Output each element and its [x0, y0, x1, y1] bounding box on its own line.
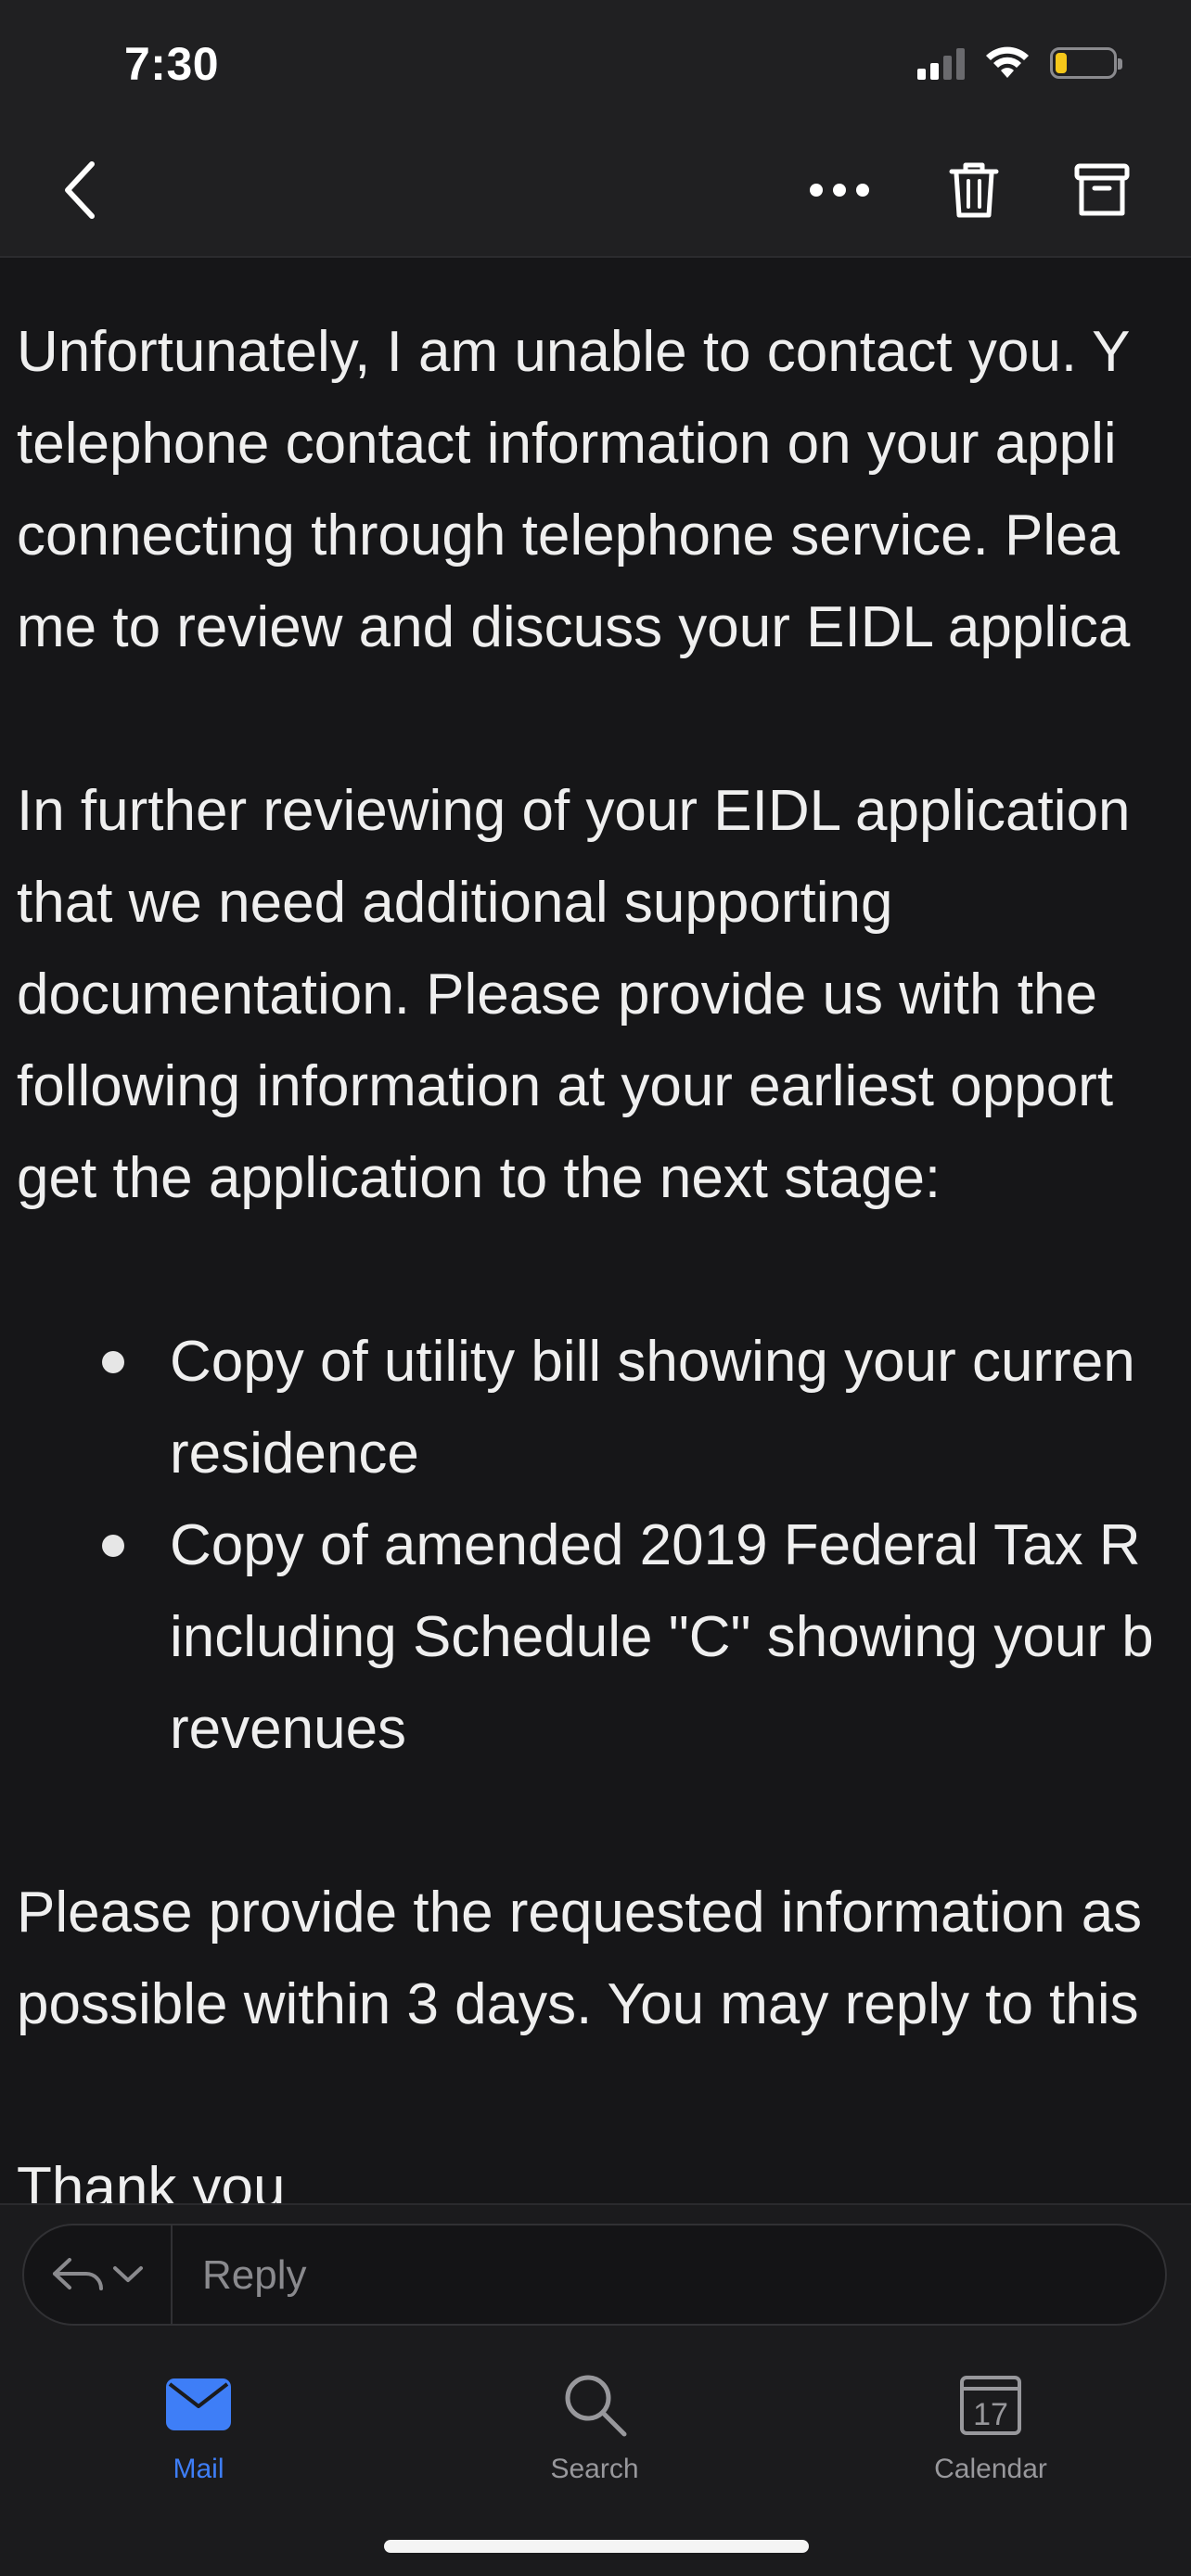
- calendar-day-number: 17: [973, 2397, 1008, 2432]
- requested-documents-list: Copy of utility bill showing your curren…: [17, 1316, 1191, 1775]
- email-body: Unfortunately, I am unable to contact yo…: [17, 306, 1191, 2326]
- trash-icon: [949, 162, 999, 218]
- tab-icon: [561, 2363, 628, 2446]
- tab-label: Search: [550, 2454, 639, 2484]
- email-paragraph-1: Unfortunately, I am unable to contact yo…: [17, 306, 1191, 673]
- tab-label: Calendar: [934, 2454, 1047, 2484]
- body-line: connecting through telephone service. Pl…: [17, 504, 1121, 567]
- tab-search[interactable]: Search: [493, 2363, 697, 2502]
- list-item: Copy of utility bill showing your curren…: [17, 1316, 1191, 1499]
- more-button[interactable]: [798, 148, 881, 232]
- reply-input[interactable]: [200, 2225, 1132, 2326]
- email-screen: 7:30 Unfortunately, I am unable to conta…: [0, 0, 1191, 2576]
- battery-level: [1056, 53, 1067, 73]
- archive-button[interactable]: [1060, 148, 1144, 232]
- bullet-line: Copy of amended 2019 Federal Tax R: [170, 1513, 1141, 1577]
- body-line: Please provide the requested information…: [17, 1881, 1143, 1945]
- body-line: Unfortunately, I am unable to contact yo…: [17, 320, 1131, 384]
- reply-options-button[interactable]: [24, 2225, 173, 2324]
- status-icons: [917, 46, 1122, 80]
- top-bar: 7:30: [0, 0, 1191, 258]
- reply-arrow-icon: [53, 2258, 103, 2290]
- archive-icon: [1074, 163, 1130, 216]
- tab-icon: 17: [959, 2363, 1022, 2446]
- mail-icon: [166, 2378, 231, 2430]
- delete-button[interactable]: [932, 148, 1016, 232]
- bullet-line: including Schedule "C" showing your b: [170, 1605, 1154, 1669]
- body-line: In further reviewing of your EIDL applic…: [17, 779, 1131, 843]
- body-line: telephone contact information on your ap…: [17, 412, 1117, 476]
- reply-area: [0, 2203, 1191, 2346]
- battery-icon: [1050, 47, 1122, 79]
- body-line: possible within 3 days. You may reply to…: [17, 1972, 1139, 2036]
- home-indicator[interactable]: [384, 2540, 809, 2553]
- body-line: that we need additional supporting: [17, 871, 893, 935]
- back-chevron-icon: [65, 161, 95, 219]
- tab-icon: [166, 2363, 231, 2446]
- bullet-line: Copy of utility bill showing your curren: [170, 1330, 1135, 1394]
- email-paragraph-2: In further reviewing of your EIDL applic…: [17, 765, 1191, 1224]
- body-line: following information at your earliest o…: [17, 1054, 1114, 1118]
- bullet-line: revenues: [170, 1697, 407, 1761]
- chevron-down-icon: [113, 2266, 143, 2282]
- body-line: documentation. Please provide us with th…: [17, 963, 1097, 1027]
- more-icon: [810, 184, 869, 197]
- tab-mail[interactable]: Mail: [96, 2363, 301, 2502]
- tab-label: Mail: [173, 2454, 224, 2484]
- body-line: get the application to the next stage:: [17, 1146, 941, 1210]
- status-time: 7:30: [124, 38, 220, 90]
- cellular-signal-icon: [917, 46, 965, 80]
- tab-calendar[interactable]: 17 Calendar: [889, 2363, 1093, 2502]
- reply-bar: [22, 2224, 1167, 2326]
- search-icon: [565, 2375, 627, 2437]
- list-item: Copy of amended 2019 Federal Tax R inclu…: [17, 1499, 1191, 1775]
- wifi-icon: [986, 46, 1029, 78]
- calendar-icon: 17: [960, 2376, 1021, 2435]
- body-line: me to review and discuss your EIDL appli…: [17, 595, 1131, 659]
- bullet-line: residence: [170, 1422, 419, 1486]
- back-button[interactable]: [46, 148, 111, 232]
- email-paragraph-3: Please provide the requested information…: [17, 1867, 1191, 2050]
